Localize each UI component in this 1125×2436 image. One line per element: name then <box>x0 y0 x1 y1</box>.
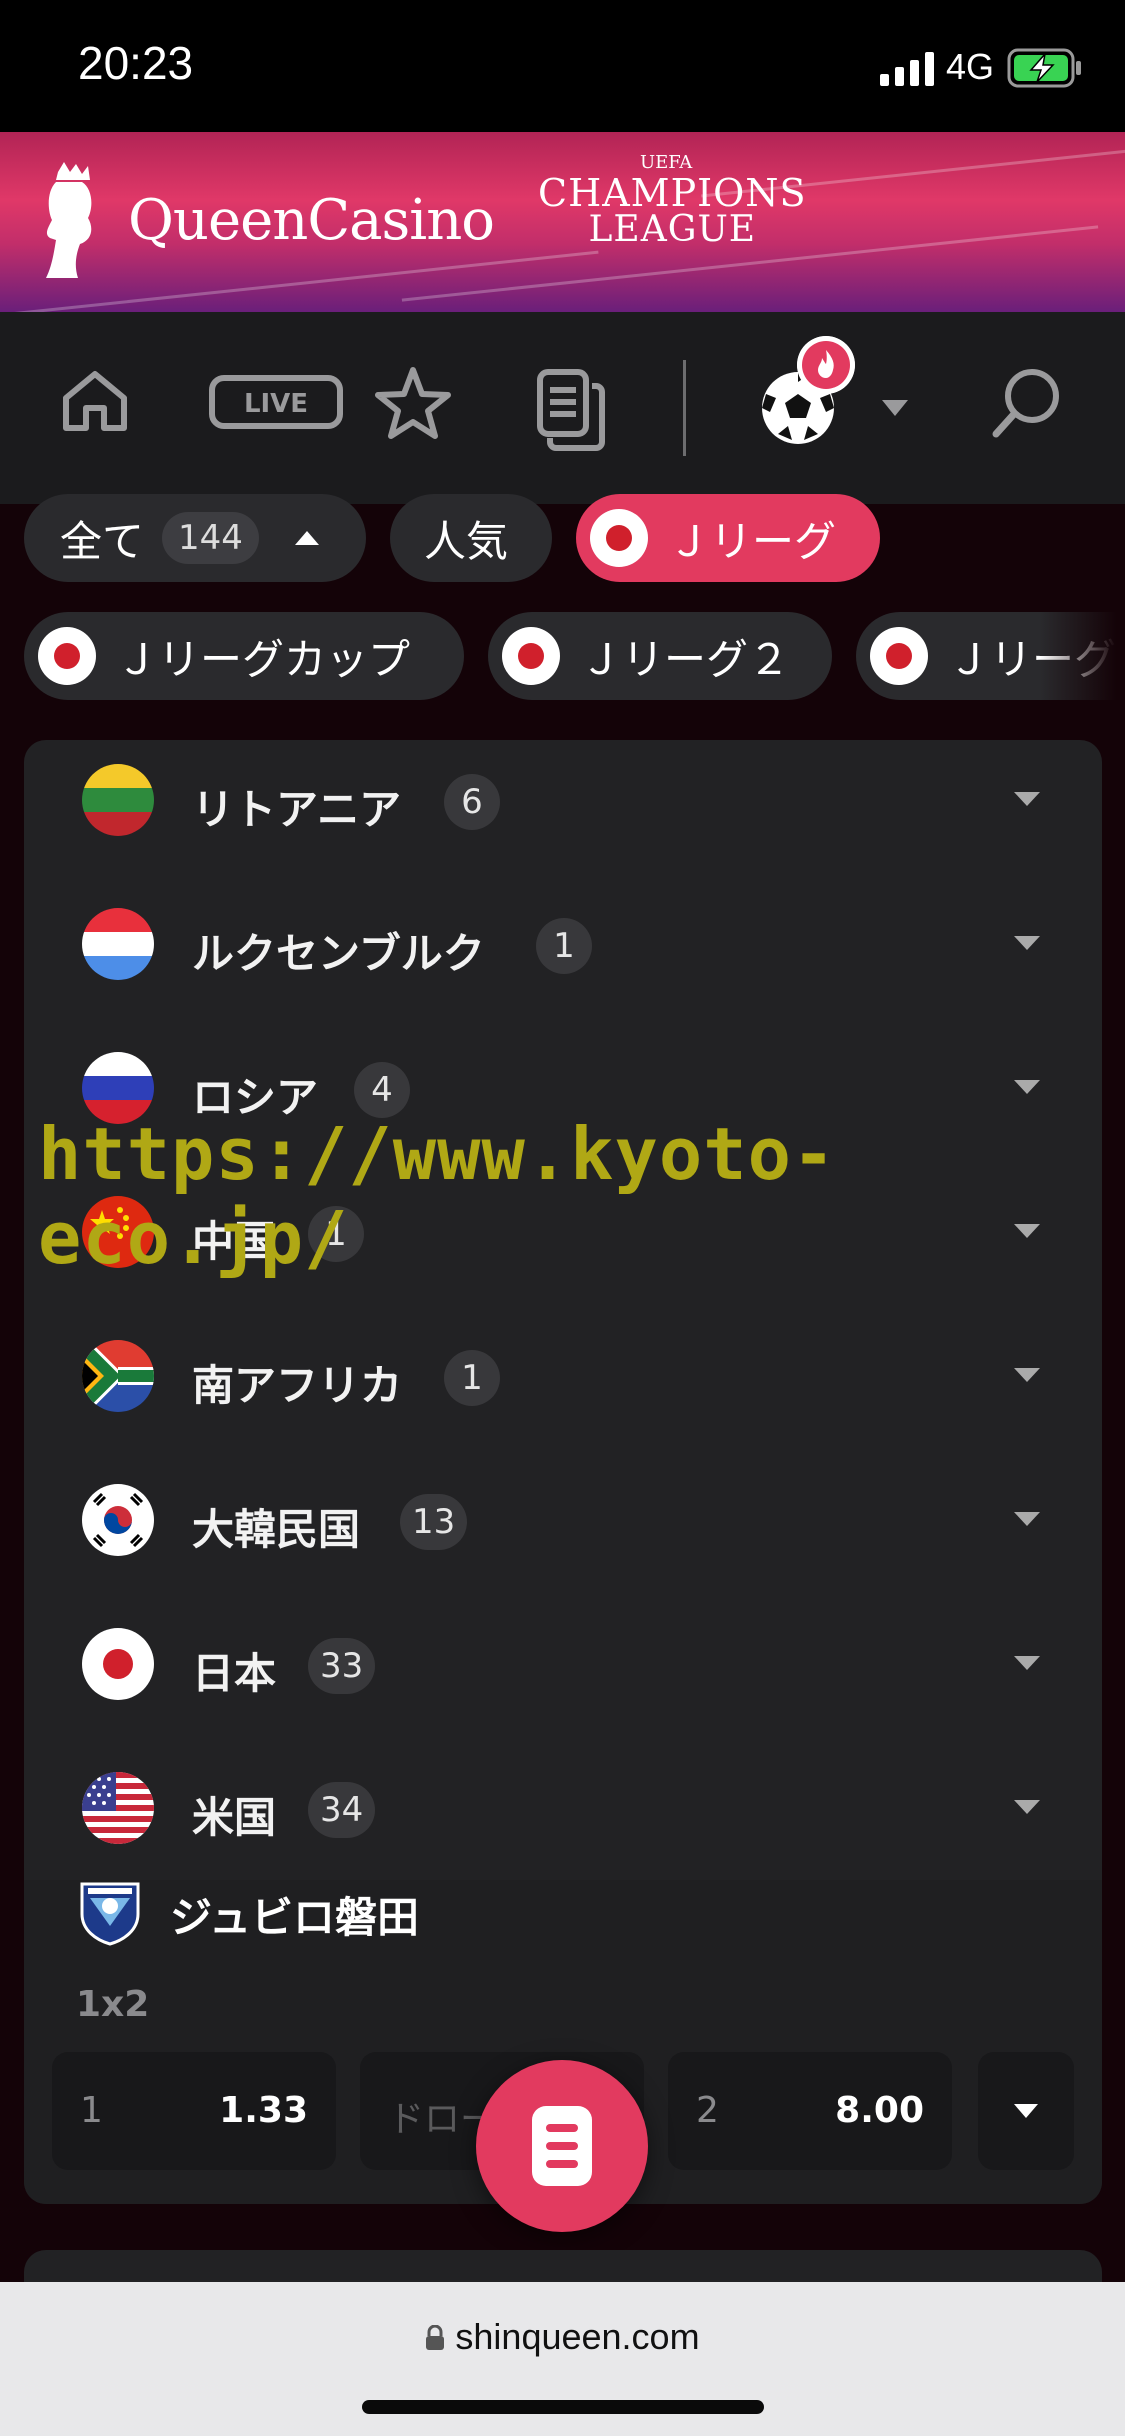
network-type: 4G <box>946 46 995 87</box>
japan-flag-icon <box>502 627 560 685</box>
chevron-down-icon[interactable] <box>1014 1368 1040 1382</box>
star-icon[interactable] <box>374 364 452 442</box>
odds-key: 2 <box>696 2090 719 2131</box>
luxembourg-flag-icon <box>82 908 154 980</box>
odds-key: 1 <box>80 2090 103 2131</box>
chevron-down-icon <box>1014 2104 1038 2118</box>
fire-badge-icon <box>797 336 855 394</box>
home-icon[interactable] <box>58 364 132 438</box>
chip-fade <box>1040 600 1125 710</box>
japan-flag-icon <box>38 627 96 685</box>
betslip-icon[interactable] <box>536 368 606 452</box>
live-icon[interactable]: LIVE <box>208 364 344 438</box>
filter-chip-jleague[interactable]: Ｊリーグ <box>576 494 880 582</box>
country-count: 33 <box>308 1638 376 1694</box>
signal-icon <box>880 52 934 86</box>
country-name: 日本 <box>192 1649 277 1698</box>
nav-divider <box>683 360 686 456</box>
filter-chip-label: 全て <box>60 516 145 566</box>
odds-button-away[interactable]: 2 8.00 <box>668 2052 952 2170</box>
battery-charging-icon <box>1007 48 1081 88</box>
status-time: 20:23 <box>78 37 194 89</box>
country-count: 1 <box>444 1350 500 1406</box>
team-crest-icon <box>80 1882 140 1946</box>
chevron-down-icon[interactable] <box>1014 1080 1040 1094</box>
lithuania-flag-icon <box>82 764 154 836</box>
watermark-url: https://www.kyoto-eco.jp/ <box>38 1112 837 1280</box>
country-count: 13 <box>400 1494 468 1550</box>
filter-chip-all[interactable]: 全て 144 <box>24 494 366 582</box>
chevron-down-icon[interactable] <box>1014 1800 1040 1814</box>
filter-chip-label: Ｊリーグ <box>668 516 837 566</box>
brand-name: QueenCasino <box>128 188 495 253</box>
country-row-luxembourg[interactable]: ルクセンブルク 1 <box>24 872 1102 1016</box>
country-count: 4 <box>354 1062 410 1118</box>
ucl-line2: LEAGUE <box>588 209 757 250</box>
country-name: 米国 <box>192 1793 277 1842</box>
home-indicator <box>362 2400 764 2414</box>
odds-button-home[interactable]: 1 1.33 <box>52 2052 336 2170</box>
country-count: 6 <box>444 774 500 830</box>
japan-flag-icon <box>590 509 648 567</box>
status-bar: 20:23 4G <box>0 0 1125 132</box>
chevron-down-icon[interactable] <box>1014 1512 1040 1526</box>
country-row-south-korea[interactable]: 大韓民国 13 <box>24 1448 1102 1592</box>
country-row-usa[interactable]: 米国 34 <box>24 1736 1102 1880</box>
url-text: shinqueen.com <box>455 2316 700 2357</box>
top-nav: LIVE <box>0 312 1125 504</box>
filter-chip-count: 144 <box>162 512 259 564</box>
betslip-fab[interactable] <box>476 2060 648 2232</box>
promo-banner[interactable]: QueenCasino UEFA CHAMPIONS LEAGUE <box>0 132 1125 312</box>
country-row-lithuania[interactable]: リトアニア 6 <box>24 728 1102 872</box>
country-name: リトアニア <box>192 785 402 834</box>
champions-league-logo: CHAMPIONS LEAGUE <box>538 174 807 248</box>
country-name: ルクセンブルク <box>192 929 485 978</box>
lock-icon <box>426 2324 445 2350</box>
country-count: 34 <box>308 1782 376 1838</box>
japan-flag-icon <box>870 627 928 685</box>
betslip-icon <box>532 2106 592 2186</box>
country-row-japan[interactable]: 日本 33 <box>24 1592 1102 1736</box>
browser-address-bar[interactable]: shinqueen.com <box>0 2282 1125 2436</box>
south-korea-flag-icon <box>82 1484 154 1556</box>
filter-chip-jleague2[interactable]: Ｊリーグ２ <box>488 612 832 700</box>
search-icon[interactable] <box>990 364 1066 440</box>
japan-flag-icon <box>82 1628 154 1700</box>
country-name: 南アフリカ <box>192 1361 403 1410</box>
country-name: 大韓民国 <box>192 1505 361 1554</box>
usa-flag-icon <box>82 1772 154 1844</box>
chevron-down-icon[interactable] <box>1014 936 1040 950</box>
queen-silhouette-logo <box>46 162 92 278</box>
market-label: 1x2 <box>76 1984 150 2025</box>
filter-chip-label: 人気 <box>424 516 509 566</box>
uefa-label: UEFA <box>640 152 693 173</box>
more-markets-button[interactable] <box>978 2052 1074 2170</box>
odds-value: 1.33 <box>219 2090 308 2131</box>
ucl-line1: CHAMPIONS <box>538 171 807 215</box>
filter-chip-label: Ｊリーグ２ <box>580 634 791 684</box>
odds-value: 8.00 <box>835 2090 924 2131</box>
country-count: 1 <box>536 918 592 974</box>
caret-up-icon <box>294 531 319 545</box>
chevron-down-icon[interactable] <box>1014 1656 1040 1670</box>
filter-chip-label: Ｊリーグカップ <box>116 634 411 684</box>
chevron-down-icon[interactable] <box>1014 792 1040 806</box>
team-name: ジュビロ磐田 <box>170 1893 420 1942</box>
filter-chip-popular[interactable]: 人気 <box>390 494 552 582</box>
chevron-down-icon[interactable] <box>880 398 910 418</box>
country-row-south-africa[interactable]: 南アフリカ 1 <box>24 1304 1102 1448</box>
south-africa-flag-icon <box>82 1340 154 1412</box>
svg-text:LIVE: LIVE <box>244 389 308 419</box>
url-display[interactable]: shinqueen.com <box>0 2316 1125 2358</box>
filter-chip-jleague-cup[interactable]: Ｊリーグカップ <box>24 612 464 700</box>
